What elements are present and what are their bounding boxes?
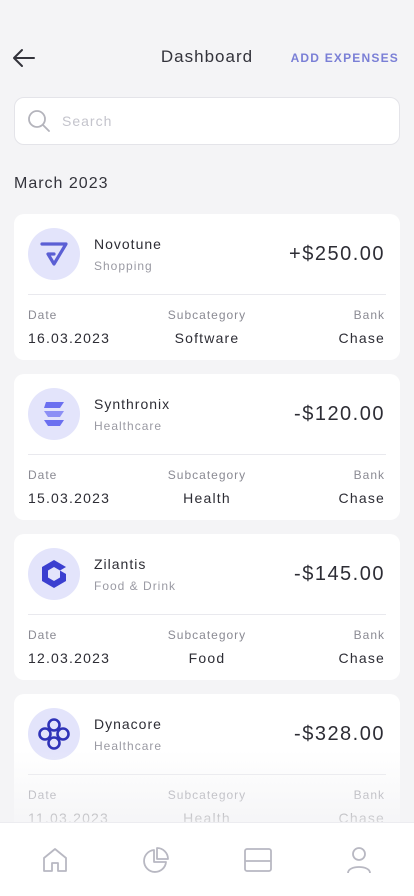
merchant-name: Dynacore xyxy=(94,716,162,732)
transaction-amount: +$250.00 xyxy=(289,243,385,265)
transaction-amount: -$120.00 xyxy=(294,403,385,425)
pie-chart-icon xyxy=(143,846,170,873)
synthronix-logo-icon xyxy=(44,402,64,426)
tab-statistics[interactable] xyxy=(126,835,186,885)
card-divider xyxy=(28,614,386,615)
home-icon xyxy=(42,847,67,872)
transaction-card[interactable]: Zilantis Food & Drink -$145.00 Date Subc… xyxy=(14,534,400,680)
tab-cards[interactable] xyxy=(228,835,288,885)
category-label: Shopping xyxy=(94,259,153,273)
profile-icon xyxy=(347,846,372,873)
tab-home[interactable] xyxy=(25,835,85,885)
category-label: Healthcare xyxy=(94,419,163,433)
category-label: Healthcare xyxy=(94,739,163,753)
transaction-amount: -$145.00 xyxy=(294,563,385,585)
merchant-name: Zilantis xyxy=(94,556,147,572)
zilantis-logo-icon xyxy=(42,560,66,588)
search-input[interactable] xyxy=(62,113,362,129)
add-expenses-button[interactable]: ADD EXPENSES xyxy=(291,51,399,65)
subcategory-label: Subcategory xyxy=(167,468,247,482)
bank-label: Bank xyxy=(353,468,385,482)
transaction-card[interactable]: Novotune Shopping +$250.00 Date Subcateg… xyxy=(14,214,400,360)
transaction-card[interactable]: Synthronix Healthcare -$120.00 Date Subc… xyxy=(14,374,400,520)
card-divider xyxy=(28,774,386,775)
bank-label: Bank xyxy=(353,308,385,322)
transaction-card[interactable]: Dynacore Healthcare -$328.00 Date Subcat… xyxy=(14,694,400,840)
merchant-logo xyxy=(28,388,80,440)
merchant-logo xyxy=(28,548,80,600)
merchant-name: Novotune xyxy=(94,236,162,252)
card-divider xyxy=(28,454,386,455)
bank-label: Bank xyxy=(353,788,385,802)
novotune-logo-icon xyxy=(40,242,68,266)
bank-value: Chase xyxy=(338,650,385,666)
merchant-logo xyxy=(28,228,80,280)
dynacore-logo-icon xyxy=(38,718,70,750)
transaction-amount: -$328.00 xyxy=(294,723,385,745)
subcategory-label: Subcategory xyxy=(167,788,247,802)
bank-value: Chase xyxy=(338,490,385,506)
search-icon xyxy=(28,110,50,132)
month-heading: March 2023 xyxy=(14,175,109,192)
bank-label: Bank xyxy=(353,628,385,642)
merchant-name: Synthronix xyxy=(94,396,171,412)
subcategory-label: Subcategory xyxy=(167,628,247,642)
tab-profile[interactable] xyxy=(329,835,389,885)
bank-value: Chase xyxy=(338,330,385,346)
category-label: Food & Drink xyxy=(94,579,177,593)
search-bar[interactable] xyxy=(14,97,400,145)
bottom-tab-bar xyxy=(0,822,414,896)
merchant-logo xyxy=(28,708,80,760)
app-header: Dashboard ADD EXPENSES xyxy=(0,0,414,90)
subcategory-label: Subcategory xyxy=(167,308,247,322)
transaction-list: Novotune Shopping +$250.00 Date Subcateg… xyxy=(14,214,400,854)
card-icon xyxy=(243,847,272,872)
card-divider xyxy=(28,294,386,295)
